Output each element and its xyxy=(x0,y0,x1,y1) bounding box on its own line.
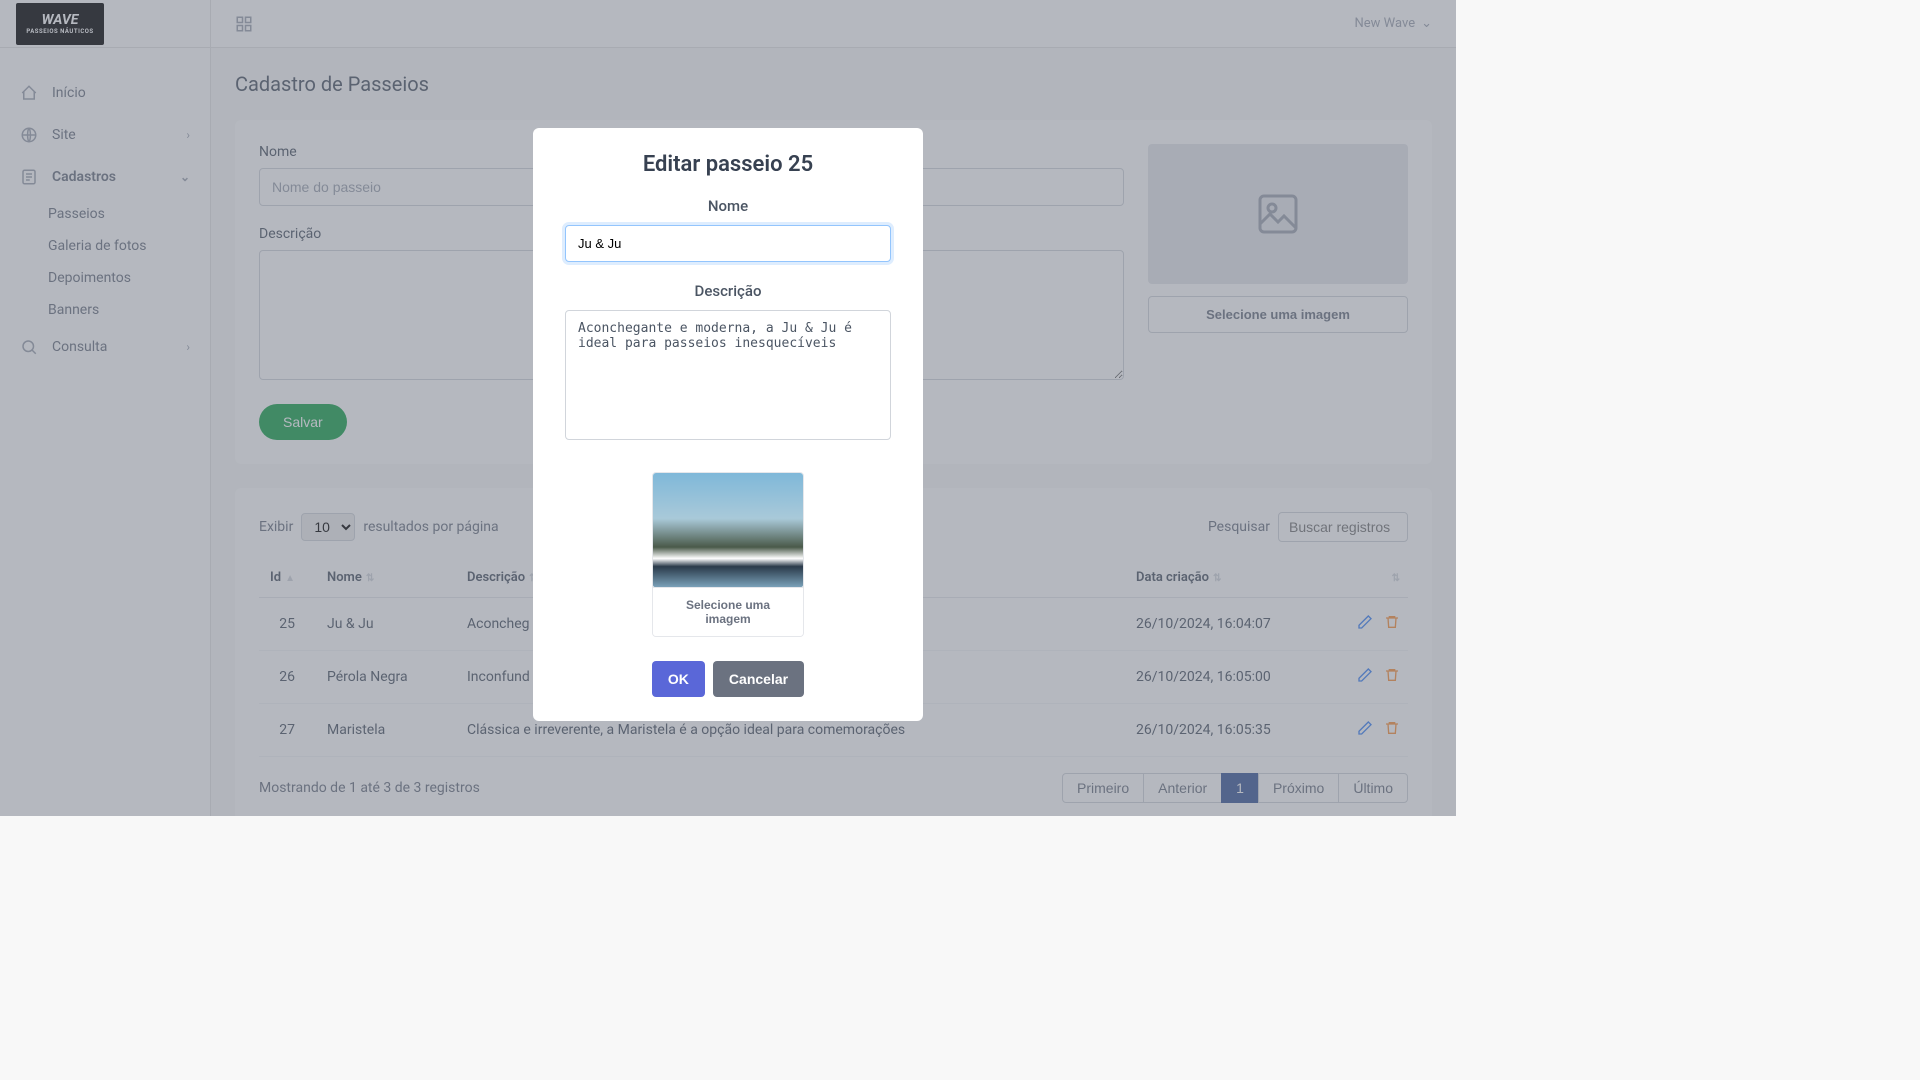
modal-overlay[interactable]: Editar passeio 25 Nome Descrição Aconche… xyxy=(0,0,1456,816)
modal-image-preview xyxy=(653,473,803,587)
modal-image-wrap: Selecione uma imagem xyxy=(652,472,804,637)
modal-desc-label: Descrição xyxy=(565,282,891,300)
ok-button[interactable]: OK xyxy=(652,661,705,697)
modal-desc-textarea[interactable]: Aconchegante e moderna, a Ju & Ju é idea… xyxy=(565,310,891,440)
edit-modal: Editar passeio 25 Nome Descrição Aconche… xyxy=(533,128,923,721)
cancel-button[interactable]: Cancelar xyxy=(713,661,804,697)
modal-nome-input[interactable] xyxy=(565,225,891,262)
modal-nome-label: Nome xyxy=(565,197,891,215)
modal-title: Editar passeio 25 xyxy=(565,152,891,177)
modal-select-image-button[interactable]: Selecione uma imagem xyxy=(653,587,803,636)
